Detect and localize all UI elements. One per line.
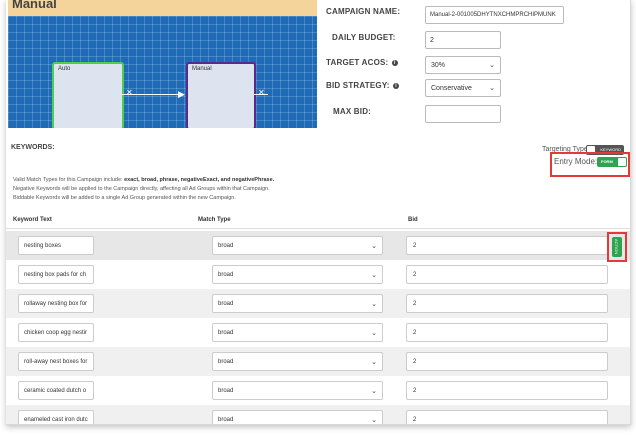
bid-strategy-select[interactable]: Conservative ⌄ <box>425 79 501 97</box>
table-row: enameled cast iron dutc broad ⌄ 2 <box>6 405 630 424</box>
table-row: chicken coop egg nestir broad ⌄ 2 <box>6 318 630 347</box>
match-type-select[interactable]: broad ⌄ <box>212 236 383 255</box>
entry-mode-toggle[interactable]: FORM <box>597 157 627 167</box>
keyword-input[interactable]: roll-away nest boxes for <box>18 352 94 371</box>
bid-input[interactable]: 2 <box>406 323 608 342</box>
match-type-value: broad <box>218 271 234 278</box>
keyword-input[interactable]: ceramic coated dutch o <box>18 381 94 400</box>
keyword-input[interactable]: nesting box pads for ch <box>18 265 94 284</box>
match-type-select[interactable]: broad ⌄ <box>212 410 383 424</box>
table-row: ceramic coated dutch o broad ⌄ 2 <box>6 376 630 405</box>
match-type-value: broad <box>218 387 234 394</box>
table-row: nesting box pads for ch broad ⌄ 2 <box>6 260 630 289</box>
keyword-input[interactable]: rollaway nesting box for <box>18 294 94 313</box>
app-frame: Manual Auto ✕ ▶ Manual ✕ CAMPAIGN NAME: … <box>6 0 631 425</box>
target-acos-label-text: TARGET ACOS: <box>326 58 389 67</box>
match-type-select[interactable]: broad ⌄ <box>212 265 383 284</box>
table-row: nesting boxes broad ⌄ 2 <box>6 231 630 260</box>
chevron-down-icon: ⌄ <box>371 416 377 424</box>
help-text-line3: Biddable Keywords will be added to a sin… <box>13 195 236 201</box>
chevron-down-icon: ⌄ <box>371 329 377 337</box>
keyword-input[interactable]: chicken coop egg nestir <box>18 323 94 342</box>
bid-input[interactable]: 2 <box>406 381 608 400</box>
target-acos-value: 30% <box>431 61 446 69</box>
manual-node[interactable]: Manual <box>186 62 256 128</box>
table-row: roll-away nest boxes for broad ⌄ 2 <box>6 347 630 376</box>
match-type-value: broad <box>218 300 234 307</box>
chevron-down-icon: ⌄ <box>489 62 495 69</box>
keyword-input[interactable]: enameled cast iron dutc <box>18 410 94 424</box>
match-type-value: broad <box>218 358 234 365</box>
target-acos-select[interactable]: 30% ⌄ <box>425 56 501 74</box>
bid-input[interactable]: 2 <box>406 294 608 313</box>
chevron-down-icon: ⌄ <box>371 300 377 308</box>
match-type-select[interactable]: broad ⌄ <box>212 294 383 313</box>
bid-input[interactable]: 2 <box>406 352 608 371</box>
keywords-title: KEYWORDS: <box>11 144 55 151</box>
help-text-line1: Valid Match Types for this Campaign incl… <box>13 177 274 183</box>
match-type-value: broad <box>218 329 234 336</box>
chevron-down-icon: ⌄ <box>371 387 377 395</box>
shuffle-icon: ✕ <box>258 88 265 97</box>
max-bid-label: MAX BID: <box>333 107 372 116</box>
entry-mode-label: Entry Mode: <box>554 157 598 166</box>
arrow-right-icon: ▶ <box>178 89 185 99</box>
daily-budget-label: DAILY BUDGET: <box>332 33 396 42</box>
row-action-button[interactable]: ACTION <box>612 237 622 257</box>
chevron-down-icon: ⌄ <box>489 85 495 92</box>
max-bid-input[interactable] <box>425 105 501 123</box>
match-type-select[interactable]: broad ⌄ <box>212 323 383 342</box>
match-type-value: broad <box>218 242 234 249</box>
info-icon[interactable]: i <box>391 59 398 66</box>
col-match-type: Match Type <box>198 217 231 223</box>
toggle-knob <box>618 158 626 166</box>
help-line1-prefix: Valid Match Types for this Campaign incl… <box>13 177 123 183</box>
diagram-banner: Manual <box>8 0 317 16</box>
chevron-down-icon: ⌄ <box>371 271 377 279</box>
row-action-label: ACTION <box>614 239 619 255</box>
bid-input[interactable]: 2 <box>406 265 608 284</box>
manual-node-label: Manual <box>192 66 212 72</box>
keyword-input[interactable]: nesting boxes <box>18 236 94 255</box>
bid-strategy-value: Conservative <box>431 84 472 92</box>
keywords-table-header: Keyword Text Match Type Bid <box>6 214 630 229</box>
col-bid: Bid <box>408 217 418 223</box>
shuffle-icon: ✕ <box>126 88 133 97</box>
campaign-name-input[interactable]: Manual-2-001005DHYTNXCHMPRCHIPMUNK <box>425 6 564 24</box>
table-row: rollaway nesting box for broad ⌄ 2 <box>6 289 630 318</box>
bid-strategy-label-text: BID STRATEGY: <box>326 81 390 90</box>
info-icon[interactable]: i <box>393 82 400 89</box>
match-type-value: broad <box>218 416 234 423</box>
match-type-select[interactable]: broad ⌄ <box>212 381 383 400</box>
help-line1-types: exact, broad, phrase, negativeExact, and… <box>124 177 275 183</box>
help-text-line2: Negative Keywords will be applied to the… <box>13 186 270 192</box>
diagram-banner-title: Manual <box>12 0 57 11</box>
auto-node-label: Auto <box>58 66 71 72</box>
match-type-select[interactable]: broad ⌄ <box>212 352 383 371</box>
bid-input[interactable]: 2 <box>406 410 608 424</box>
col-keyword-text: Keyword Text <box>13 217 52 223</box>
campaign-name-label: CAMPAIGN NAME: <box>326 7 401 16</box>
daily-budget-input[interactable]: 2 <box>425 31 501 49</box>
bid-input[interactable]: 2 <box>406 236 608 255</box>
chevron-down-icon: ⌄ <box>371 242 377 250</box>
bid-strategy-label: BID STRATEGY: i <box>326 81 400 90</box>
chevron-down-icon: ⌄ <box>371 358 377 366</box>
campaign-flow-diagram: Manual Auto ✕ ▶ Manual ✕ <box>8 0 317 128</box>
target-acos-label: TARGET ACOS: i <box>326 58 398 67</box>
auto-node[interactable]: Auto <box>52 62 124 128</box>
entry-mode-value: FORM <box>601 159 613 164</box>
